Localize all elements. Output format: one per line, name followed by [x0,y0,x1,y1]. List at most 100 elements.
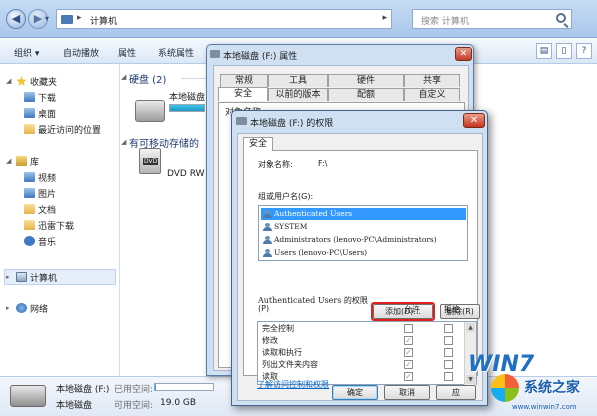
search-placeholder: 搜索 计算机 [421,17,469,27]
user-group-icon [263,236,272,244]
apply-button[interactable]: 应 [436,385,476,400]
deny-checkbox[interactable] [444,360,453,369]
list-item[interactable]: Users (lenovo-PC\Users) [261,247,466,259]
ok-button[interactable]: 确定 [332,385,378,400]
tab-security[interactable]: 安全 [218,87,268,101]
deny-checkbox[interactable] [444,324,453,333]
deny-checkbox[interactable] [444,372,453,381]
breadcrumb-separator-icon[interactable]: ▸ [77,13,82,23]
history-dropdown-icon[interactable]: ▾ [45,14,49,23]
tab-tools[interactable]: 工具 [268,74,328,87]
libraries-icon [16,156,27,166]
tab-customize[interactable]: 自定义 [404,88,460,101]
sidebar-item-recent[interactable]: 最近访问的位置 [38,123,101,136]
cancel-button[interactable]: 取消 [384,385,430,400]
close-icon[interactable]: ✕ [455,47,472,61]
back-arrow-icon[interactable]: ◀ [6,9,26,29]
preview-pane-icon[interactable]: ▯ [556,43,572,59]
tab-hardware[interactable]: 硬件 [328,74,404,87]
group-hard-disks[interactable]: 硬盘 (2) [129,71,166,86]
allow-checkbox[interactable]: ✓ [404,336,413,345]
user-group-icon [263,210,272,218]
drive-icon [236,117,247,125]
system-properties-button[interactable]: 系统属性 [158,46,194,59]
sidebar-libraries[interactable]: 库 [30,155,39,168]
deny-checkbox[interactable] [444,348,453,357]
user-name: Authenticated Users [274,209,353,218]
list-item[interactable]: SYSTEM [261,221,466,233]
tab-general[interactable]: 常规 [220,74,268,87]
sidebar-item-videos[interactable]: 视频 [38,171,56,184]
scroll-up-icon[interactable]: ▲ [466,323,475,332]
properties-button[interactable]: 属性 [118,46,136,59]
collapse-hard-disks-icon[interactable]: ◢ [121,73,126,81]
navigation-pane: ◢ 收藏夹 下载 桌面 最近访问的位置 ◢ 库 视频 图片 文档 迅雷下载 音乐… [0,64,120,376]
sidebar-item-downloads[interactable]: 下载 [38,91,56,104]
tab-quota[interactable]: 配额 [328,88,404,101]
favorites-star-icon [16,76,27,86]
sidebar-item-documents[interactable]: 文档 [38,203,56,216]
local-disk-icon[interactable] [135,100,165,122]
windows-logo-icon [491,374,519,402]
expand-libraries-icon[interactable]: ◢ [6,157,11,165]
list-item[interactable]: Administrators (lenovo-PC\Administrators… [261,234,466,246]
permissions-for-key: (P) [258,304,270,313]
sidebar-item-desktop[interactable]: 桌面 [38,107,56,120]
selected-drive-name: 本地磁盘 (F:) [56,385,110,395]
user-name: SYSTEM [274,222,308,231]
documents-icon [24,204,35,214]
expand-favorites-icon[interactable]: ◢ [6,77,11,85]
deny-checkbox[interactable] [444,336,453,345]
allow-checkbox[interactable]: ✓ [404,360,413,369]
computer-icon [16,272,27,282]
thunder-downloads-icon [24,220,35,230]
autoplay-button[interactable]: 自动播放 [63,46,99,59]
users-listbox[interactable]: Authenticated Users SYSTEM Administrator… [258,205,468,261]
free-space-label: 可用空间: [114,401,154,411]
close-icon[interactable]: ✕ [463,113,485,128]
address-bar[interactable]: ▸ 计算机 ▸ [56,9,392,29]
network-icon [16,303,27,313]
allow-checkbox[interactable]: ✓ [404,348,413,357]
permission-row-read-execute: 读取和执行 [262,348,302,357]
tab-previous-versions[interactable]: 以前的版本 [268,88,328,101]
permissions-title: 本地磁盘 (F:) 的权限 [250,119,334,129]
view-options-icon[interactable]: ▤ [536,43,552,59]
user-group-icon [263,223,272,231]
refresh-icon[interactable]: ▸ [382,13,387,23]
expand-network-icon[interactable]: ▸ [6,304,10,312]
recent-places-icon [24,124,35,134]
permissions-dialog: 本地磁盘 (F:) 的权限 ✕ 安全 对象名称: F:\ 组或用户名(G): A… [231,110,488,406]
breadcrumb-computer[interactable]: 计算机 [90,14,117,27]
free-space-value: 19.0 GB [160,398,197,408]
tab-security[interactable]: 安全 [243,137,273,151]
sidebar-item-thunder[interactable]: 迅雷下载 [38,219,74,232]
tab-sharing[interactable]: 共享 [404,74,460,87]
watermark-win7: WIN7 [468,352,535,377]
expand-computer-icon[interactable]: ▸ [6,273,10,281]
search-icon[interactable] [556,13,566,23]
downloads-icon [24,92,35,102]
collapse-removable-icon[interactable]: ◢ [121,138,126,146]
desktop-icon [24,108,35,118]
sidebar-item-pictures[interactable]: 图片 [38,187,56,200]
permissions-body: 安全 对象名称: F:\ 组或用户名(G): Authenticated Use… [237,133,483,401]
allow-checkbox[interactable]: ✓ [404,372,413,381]
organize-button[interactable]: 组织 ▾ [14,46,39,59]
sidebar-item-computer[interactable]: 计算机 [30,271,57,284]
list-item[interactable]: Authenticated Users [261,208,466,220]
user-group-icon [263,249,272,257]
sidebar-item-music[interactable]: 音乐 [38,235,56,248]
allow-column-header: 允许 [404,305,420,314]
search-input[interactable]: 搜索 计算机 [412,9,572,29]
user-name: Users (lenovo-PC\Users) [274,248,368,257]
sidebar-favorites[interactable]: 收藏夹 [30,75,57,88]
watermark-url: www.winwin7.com [512,403,577,411]
allow-checkbox[interactable] [404,324,413,333]
object-name-label: 对象名称: [258,160,293,169]
computer-icon [61,15,73,24]
help-icon[interactable]: ? [576,43,592,59]
access-control-help-link[interactable]: 了解访问控制和权限 [257,379,329,390]
sidebar-item-network[interactable]: 网络 [30,302,48,315]
pictures-icon [24,188,35,198]
